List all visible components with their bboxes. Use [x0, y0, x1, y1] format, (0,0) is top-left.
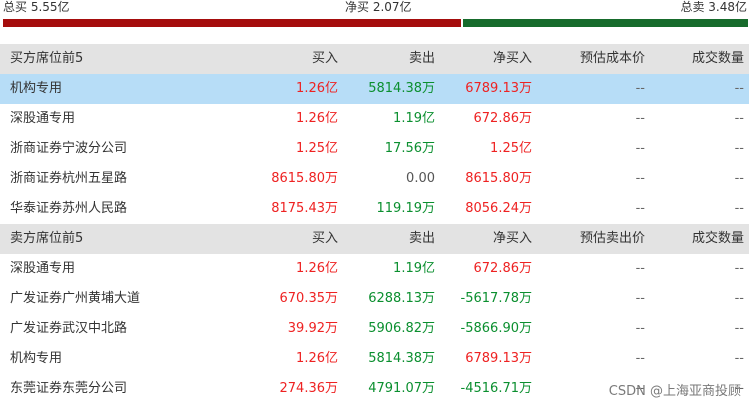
- net-amount: -5617.78万: [460, 291, 532, 306]
- est-price: --: [635, 351, 645, 366]
- net-amount: 8056.24万: [465, 201, 532, 216]
- est-price: --: [635, 81, 645, 96]
- net-amount: 8615.80万: [465, 171, 532, 186]
- sell-amount: 119.19万: [376, 201, 436, 216]
- header-net: 净买入: [492, 51, 532, 66]
- seat-name: 深股通专用: [10, 261, 76, 276]
- net-amount: 672.86万: [473, 111, 533, 126]
- sell-amount: 17.56万: [384, 141, 435, 156]
- buy-amount: 1.25亿: [296, 141, 338, 156]
- buy-amount: 1.26亿: [296, 351, 338, 366]
- header-volume: 成交数量: [691, 231, 744, 246]
- header-buy: 买入: [311, 231, 338, 246]
- header-net: 净买入: [492, 231, 532, 246]
- est-price: --: [635, 171, 645, 186]
- watermark: CSDN @上海亚商投顾: [608, 384, 741, 399]
- buy-amount: 8175.43万: [271, 201, 338, 216]
- buy-ratio-bar: [3, 19, 461, 27]
- header-buy-seats: 买方席位前5: [10, 51, 84, 66]
- header-sell: 卖出: [408, 231, 435, 246]
- sell-amount: 5906.82万: [368, 321, 435, 336]
- volume: --: [734, 141, 744, 156]
- net-amount: 6789.13万: [465, 351, 532, 366]
- sell-amount: 0.00: [406, 171, 435, 186]
- volume: --: [734, 111, 744, 126]
- net-amount: 672.86万: [473, 261, 533, 276]
- est-price: --: [635, 141, 645, 156]
- sell-ratio-bar: [463, 19, 748, 27]
- volume: --: [734, 171, 744, 186]
- est-price: --: [635, 111, 645, 126]
- sell-seat-row[interactable]: 深股通专用 1.26亿 1.19亿 672.86万 -- --: [0, 254, 749, 284]
- seat-name: 机构专用: [10, 351, 63, 366]
- volume: --: [734, 261, 744, 276]
- buy-amount: 1.26亿: [296, 111, 338, 126]
- sell-section-header: 卖方席位前5 买入 卖出 净买入 预估卖出价 成交数量: [0, 224, 749, 254]
- seat-name: 东莞证券东莞分公司: [10, 381, 128, 396]
- buy-amount: 8615.80万: [271, 171, 338, 186]
- total-buy-label: 总买 5.55亿: [3, 0, 70, 14]
- seat-name: 机构专用: [10, 81, 63, 96]
- header-sell-seats: 卖方席位前5: [10, 231, 84, 246]
- sell-seat-row[interactable]: 广发证券武汉中北路 39.92万 5906.82万 -5866.90万 -- --: [0, 314, 749, 344]
- sell-amount: 5814.38万: [368, 351, 435, 366]
- summary-bar: 总买 5.55亿 净买 2.07亿 总卖 3.48亿: [0, 0, 749, 16]
- sell-amount: 1.19亿: [393, 111, 435, 126]
- seat-name: 广发证券武汉中北路: [10, 321, 128, 336]
- header-est-sell-price: 预估卖出价: [579, 231, 645, 246]
- est-price: --: [635, 201, 645, 216]
- buy-seat-row[interactable]: 浙商证券宁波分公司 1.25亿 17.56万 1.25亿 -- --: [0, 134, 749, 164]
- sell-seat-row[interactable]: 机构专用 1.26亿 5814.38万 6789.13万 -- --: [0, 344, 749, 374]
- net-amount: 6789.13万: [465, 81, 532, 96]
- header-sell: 卖出: [408, 51, 435, 66]
- buy-amount: 1.26亿: [296, 261, 338, 276]
- sell-amount: 1.19亿: [393, 261, 435, 276]
- net-amount: -5866.90万: [460, 321, 532, 336]
- net-amount: 1.25亿: [490, 141, 532, 156]
- sell-amount: 6288.13万: [368, 291, 435, 306]
- volume: --: [734, 321, 744, 336]
- buy-amount: 1.26亿: [296, 81, 338, 96]
- seat-name: 广发证券广州黄埔大道: [10, 291, 141, 306]
- header-buy: 买入: [311, 51, 338, 66]
- seat-name: 深股通专用: [10, 111, 76, 126]
- header-est-cost: 预估成本价: [579, 51, 645, 66]
- sell-amount: 4791.07万: [368, 381, 435, 396]
- buy-seat-row[interactable]: 机构专用 1.26亿 5814.38万 6789.13万 -- --: [0, 74, 749, 104]
- net-amount: -4516.71万: [460, 381, 532, 396]
- volume: --: [734, 201, 744, 216]
- buy-section-header: 买方席位前5 买入 卖出 净买入 预估成本价 成交数量: [0, 44, 749, 74]
- seat-name: 浙商证券杭州五星路: [10, 171, 128, 186]
- est-price: --: [635, 261, 645, 276]
- net-buy-label: 净买 2.07亿: [345, 0, 412, 14]
- buy-seat-row[interactable]: 浙商证券杭州五星路 8615.80万 0.00 8615.80万 -- --: [0, 164, 749, 194]
- est-price: --: [635, 321, 645, 336]
- volume: --: [734, 351, 744, 366]
- buy-seat-row[interactable]: 华泰证券苏州人民路 8175.43万 119.19万 8056.24万 -- --: [0, 194, 749, 224]
- est-price: --: [635, 291, 645, 306]
- volume: --: [734, 291, 744, 306]
- buy-amount: 274.36万: [279, 381, 339, 396]
- buy-amount: 670.35万: [279, 291, 339, 306]
- buy-seat-row[interactable]: 深股通专用 1.26亿 1.19亿 672.86万 -- --: [0, 104, 749, 134]
- volume: --: [734, 81, 744, 96]
- seat-name: 浙商证券宁波分公司: [10, 141, 128, 156]
- buy-amount: 39.92万: [287, 321, 338, 336]
- header-volume: 成交数量: [691, 51, 744, 66]
- seat-name: 华泰证券苏州人民路: [10, 201, 128, 216]
- sell-amount: 5814.38万: [368, 81, 435, 96]
- seat-table: 买方席位前5 买入 卖出 净买入 预估成本价 成交数量 机构专用 1.26亿 581…: [0, 44, 749, 404]
- sell-seat-row[interactable]: 广发证券广州黄埔大道 670.35万 6288.13万 -5617.78万 -- --: [0, 284, 749, 314]
- total-sell-label: 总卖 3.48亿: [680, 0, 747, 14]
